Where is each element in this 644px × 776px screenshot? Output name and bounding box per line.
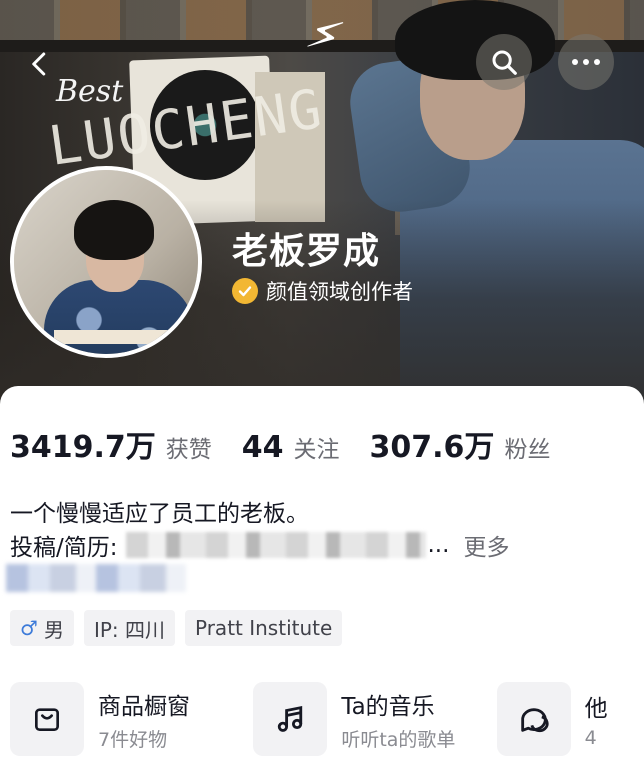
bio-text: 一个慢慢适应了员工的老板。 xyxy=(10,501,309,527)
stat-following[interactable]: 44 关注 xyxy=(242,430,340,465)
certification-badge[interactable]: 颜值领域创作者 xyxy=(232,276,413,306)
avatar[interactable] xyxy=(10,166,202,358)
service-chat[interactable]: 他 4 xyxy=(496,682,644,756)
male-icon: ♂ xyxy=(20,616,38,640)
search-icon xyxy=(492,50,517,75)
avatar-board xyxy=(54,330,174,344)
tags-row: ♂ 男 IP: 四川 Pratt Institute xyxy=(10,610,343,646)
service-title: 他 xyxy=(584,696,608,722)
stat-value: 307.6万 xyxy=(369,430,495,465)
service-subtitle: 听听ta的歌单 xyxy=(341,728,456,751)
tag-label: Pratt Institute xyxy=(195,616,333,640)
verified-check-icon xyxy=(232,278,258,304)
service-subtitle: 4 xyxy=(584,727,597,749)
music-note-icon xyxy=(253,682,328,756)
redacted-line xyxy=(6,564,186,592)
stat-value: 44 xyxy=(241,430,284,465)
service-title: Ta的音乐 xyxy=(341,693,435,720)
profile-card: 3419.7万 获赞 44 关注 307.6万 粉丝 一个慢慢适应了员工的老板。… xyxy=(0,386,644,776)
tag-label: 男 xyxy=(43,617,64,642)
contact-ellipsis: ... xyxy=(427,532,450,558)
banner-text-best: Best xyxy=(56,74,124,109)
bio-contact: 投稿/简历: ... 更多 xyxy=(10,528,509,562)
tag-ip[interactable]: IP: 四川 xyxy=(83,610,175,646)
avatar-hair xyxy=(74,200,154,260)
contact-prefix: 投稿/简历: xyxy=(10,535,118,561)
chat-bubbles-icon xyxy=(496,682,571,756)
profile-name: 老板罗成 xyxy=(232,231,381,272)
stat-value: 3419.7万 xyxy=(10,430,156,465)
stat-label: 获赞 xyxy=(165,437,212,463)
chevron-left-icon xyxy=(32,52,46,76)
services-row: 商品橱窗 7件好物 Ta的音乐 听听ta的歌单 他 4 xyxy=(10,682,644,756)
stat-followers[interactable]: 307.6万 粉丝 xyxy=(370,422,551,466)
more-button[interactable] xyxy=(558,34,614,90)
redacted-contact xyxy=(125,532,426,558)
tag-school[interactable]: Pratt Institute xyxy=(185,610,343,646)
stats-row: 3419.7万 获赞 44 关注 307.6万 粉丝 xyxy=(10,422,580,466)
certification-text: 颜值领域创作者 xyxy=(266,280,413,304)
tag-label: IP: 四川 xyxy=(93,617,165,642)
bio-more-link[interactable]: 更多 xyxy=(463,528,509,562)
more-dots-icon xyxy=(572,59,600,65)
service-title: 商品橱窗 xyxy=(98,693,190,720)
shopping-bag-icon xyxy=(10,682,84,756)
service-music[interactable]: Ta的音乐 听听ta的歌单 xyxy=(253,682,466,756)
service-showcase[interactable]: 商品橱窗 7件好物 xyxy=(10,682,223,756)
search-button[interactable] xyxy=(476,34,532,90)
service-subtitle: 7件好物 xyxy=(98,728,168,751)
back-button[interactable] xyxy=(12,36,68,92)
tag-gender[interactable]: ♂ 男 xyxy=(10,610,74,646)
stat-label: 关注 xyxy=(293,437,340,463)
stat-label: 粉丝 xyxy=(504,437,551,463)
stat-likes[interactable]: 3419.7万 获赞 xyxy=(10,422,212,466)
